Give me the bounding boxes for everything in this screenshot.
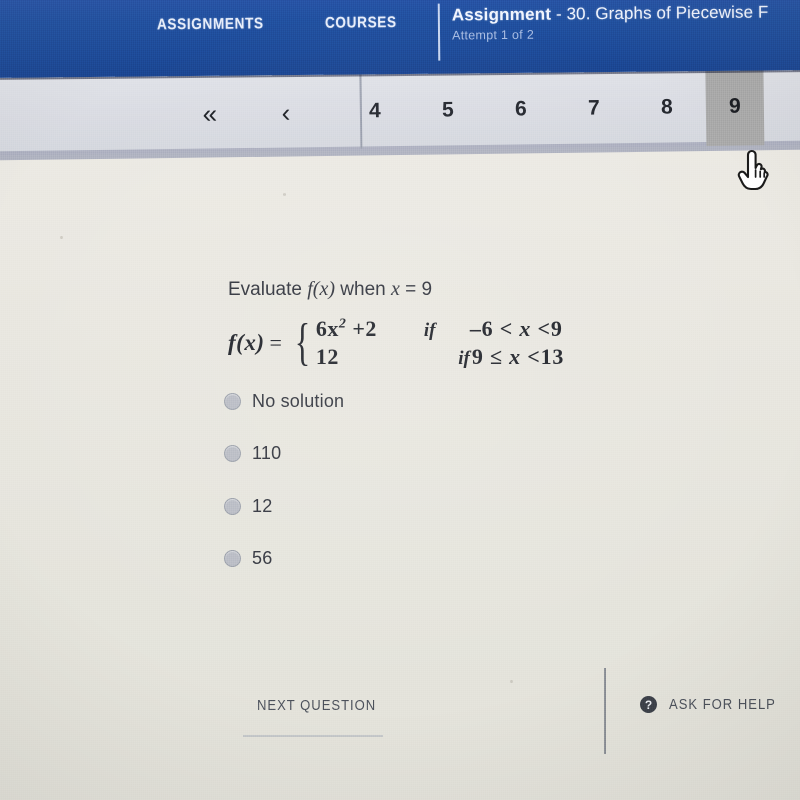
branch-2-cond-left: 9 ≤ [471, 344, 510, 369]
dust-speck [510, 680, 513, 683]
answer-option-3[interactable]: 12 [224, 496, 272, 517]
dust-speck [283, 193, 286, 196]
pagination-page-9[interactable]: 9 [705, 67, 765, 147]
next-question-underline [243, 735, 383, 737]
pagination-page-7[interactable]: 7 [570, 69, 617, 148]
ask-for-help-label: ASK FOR HELP [669, 696, 776, 713]
branch-1-tail: +2 [346, 316, 377, 341]
answer-option-4[interactable]: 56 [224, 548, 272, 569]
piecewise-function-formula: f(x) = { 6x2 +2 if –6 < x <9 12 if 9 ≤ x… [228, 316, 564, 370]
radio-button-option-1[interactable] [224, 393, 241, 410]
answer-option-1[interactable]: No solution [224, 391, 344, 412]
branch-1-cond-var: x [519, 316, 532, 341]
branch-2-cond-var: x [509, 344, 521, 369]
application-screen: ASSIGNMENTS COURSES Assignment - 30. Gra… [0, 0, 800, 800]
top-header-bar: ASSIGNMENTS COURSES Assignment - 30. Gra… [0, 0, 800, 78]
branch-1-expression: 6x2 +2 [316, 316, 424, 342]
assignment-title-block: Assignment - 30. Graphs of Piecewise F A… [451, 2, 800, 43]
pagination-page-8[interactable]: 8 [643, 68, 690, 147]
pagination-page-4[interactable]: 4 [351, 72, 398, 151]
answer-option-3-label: 12 [252, 496, 273, 516]
answer-option-4-label: 56 [252, 548, 273, 568]
nav-link-courses[interactable]: COURSES [325, 14, 397, 33]
question-content-area: Evaluate f(x) when x = 9 f(x) = { 6x2 +2… [0, 170, 800, 800]
dust-speck [60, 236, 63, 239]
assignment-title: Assignment - 30. Graphs of Piecewise F [452, 2, 800, 26]
branch-2-coefficient: 12 [315, 344, 339, 369]
branch-2-cond-right: <13 [520, 344, 565, 369]
pagination-page-6[interactable]: 6 [497, 70, 544, 149]
answer-option-2[interactable]: 110 [224, 443, 281, 464]
prompt-function: f(x) [307, 278, 335, 300]
assignment-title-strong: Assignment [451, 4, 552, 25]
prompt-variable: x [390, 278, 400, 300]
next-question-button[interactable]: NEXT QUESTION [257, 698, 376, 714]
answer-option-2-label: 110 [252, 443, 282, 463]
answer-option-1-label: No solution [252, 391, 345, 411]
nav-link-assignments[interactable]: ASSIGNMENTS [157, 15, 264, 34]
pagination-cells: « ‹ 4 5 6 7 8 9 [0, 67, 800, 156]
pagination-first-button[interactable]: « [185, 74, 234, 153]
question-prompt: Evaluate f(x) when x = 9 [228, 278, 432, 301]
prompt-middle: when [335, 279, 391, 300]
header-divider [437, 3, 441, 61]
branch-2-if: if [458, 348, 470, 369]
radio-button-option-2[interactable] [224, 445, 241, 462]
branch-1-if: if [423, 320, 436, 341]
question-mark-circle-icon: ? [640, 696, 657, 713]
question-pagination-bar: « ‹ 4 5 6 7 8 9 [0, 66, 800, 170]
branch-1-cond-left: –6 < [469, 316, 520, 341]
header-content: ASSIGNMENTS COURSES Assignment - 30. Gra… [0, 0, 800, 78]
ask-for-help-button[interactable]: ? ASK FOR HELP [640, 696, 788, 713]
branch-1-coefficient: 6x [315, 316, 339, 341]
formula-equals-sign: = [269, 330, 282, 355]
piecewise-branches: 6x2 +2 if –6 < x <9 12 if 9 ≤ x <13 [316, 316, 564, 370]
pagination-prev-button[interactable]: ‹ [261, 73, 310, 152]
branch-2-condition: 9 ≤ x <13 [472, 344, 564, 370]
piecewise-branch-1: 6x2 +2 if –6 < x <9 [316, 316, 564, 342]
formula-brace: { [294, 314, 311, 372]
formula-function-label: f(x) [228, 330, 265, 355]
radio-button-option-3[interactable] [224, 498, 241, 515]
branch-1-condition: –6 < x <9 [470, 316, 563, 342]
footer-divider [604, 668, 606, 754]
pagination-page-5[interactable]: 5 [424, 71, 471, 150]
branch-1-cond-right: <9 [531, 316, 563, 341]
attempt-status: Attempt 1 of 2 [451, 27, 535, 43]
prompt-prefix: Evaluate [228, 279, 308, 300]
branch-2-expression: 12 [316, 344, 424, 370]
radio-button-option-4[interactable] [224, 550, 241, 567]
assignment-title-rest: - 30. Graphs of Piecewise F [551, 2, 769, 24]
piecewise-branch-2: 12 if 9 ≤ x <13 [316, 344, 564, 370]
prompt-value: = 9 [399, 279, 433, 300]
